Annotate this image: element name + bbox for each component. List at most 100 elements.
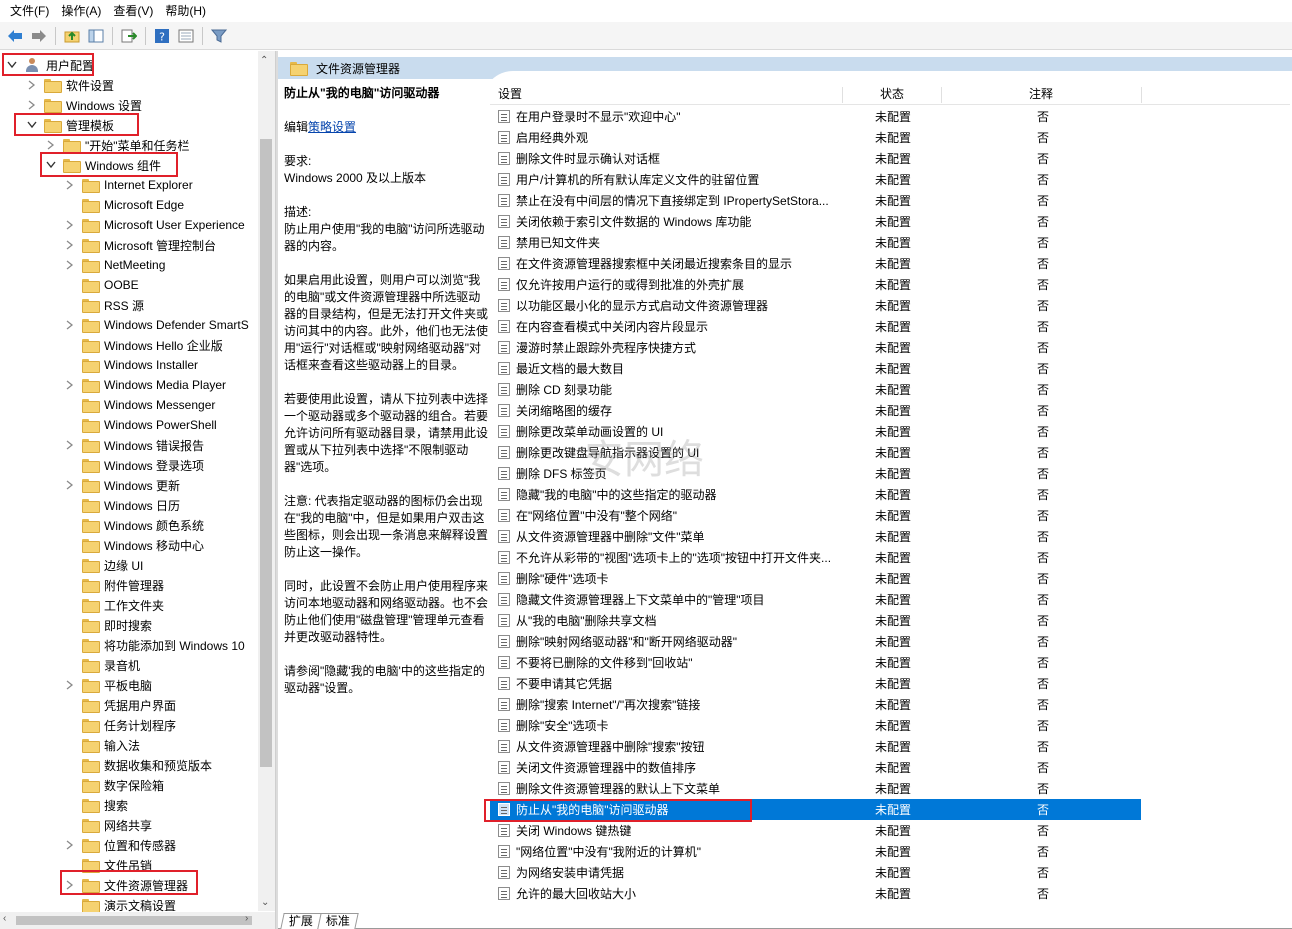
- chevron-right-icon[interactable]: [64, 679, 76, 691]
- table-row[interactable]: 最近文档的最大数目 未配置 否: [490, 358, 1141, 379]
- table-row[interactable]: 启用经典外观 未配置 否: [490, 127, 1141, 148]
- table-row[interactable]: 关闭缩略图的缓存 未配置 否: [490, 400, 1141, 421]
- tree-item[interactable]: 输入法: [64, 735, 140, 755]
- tree-item[interactable]: Windows Messenger: [64, 395, 215, 415]
- table-row[interactable]: 删除 CD 刻录功能 未配置 否: [490, 379, 1141, 400]
- chevron-right-icon[interactable]: [64, 379, 76, 391]
- menu-file[interactable]: 文件(F): [4, 0, 55, 22]
- column-header-setting[interactable]: 设置: [498, 83, 522, 105]
- table-row[interactable]: 以功能区最小化的显示方式启动文件资源管理器 未配置 否: [490, 295, 1141, 316]
- tree-item[interactable]: Windows Media Player: [64, 375, 226, 395]
- tree-item[interactable]: 数据收集和预览版本: [64, 755, 212, 775]
- table-row[interactable]: 关闭依赖于索引文件数据的 Windows 库功能 未配置 否: [490, 211, 1141, 232]
- table-row-selected[interactable]: 防止从"我的电脑"访问驱动器 未配置 否: [490, 799, 1141, 820]
- chevron-down-icon[interactable]: [26, 119, 38, 131]
- table-row[interactable]: 从文件资源管理器中删除"文件"菜单 未配置 否: [490, 526, 1141, 547]
- column-divider[interactable]: [941, 87, 942, 103]
- tree-item[interactable]: 平板电脑: [64, 675, 152, 695]
- tree-item[interactable]: 任务计划程序: [64, 715, 176, 735]
- help-icon[interactable]: ?: [151, 25, 173, 47]
- table-row[interactable]: 不要将已删除的文件移到"回收站" 未配置 否: [490, 652, 1141, 673]
- table-row[interactable]: 禁止在没有中间层的情况下直接绑定到 IPropertySetStora... 未配…: [490, 190, 1141, 211]
- chevron-right-icon[interactable]: [64, 179, 76, 191]
- table-row[interactable]: "网络位置"中没有"我附近的计算机" 未配置 否: [490, 841, 1141, 862]
- tree-horizontal-scroll-thumb[interactable]: [16, 916, 252, 925]
- tree-item[interactable]: 附件管理器: [64, 575, 164, 595]
- tree-vertical-scroll-thumb[interactable]: [260, 139, 272, 767]
- tree-item[interactable]: 文件资源管理器: [64, 875, 188, 895]
- scroll-left-icon[interactable]: ‹: [3, 913, 6, 924]
- table-row[interactable]: 隐藏文件资源管理器上下文菜单中的"管理"项目 未配置 否: [490, 589, 1141, 610]
- column-divider[interactable]: [1141, 87, 1142, 103]
- menu-action[interactable]: 操作(A): [55, 0, 107, 22]
- tree-item[interactable]: 管理模板: [26, 115, 114, 135]
- show-hide-tree-icon[interactable]: [85, 25, 107, 47]
- tree-item[interactable]: 网络共享: [64, 815, 152, 835]
- tree-item[interactable]: 将功能添加到 Windows 10: [64, 635, 245, 655]
- tree-item[interactable]: Windows 组件: [45, 155, 161, 175]
- table-row[interactable]: 从"我的电脑"删除共享文档 未配置 否: [490, 610, 1141, 631]
- tree-item[interactable]: 位置和传感器: [64, 835, 176, 855]
- forward-icon[interactable]: [28, 25, 50, 47]
- chevron-down-icon[interactable]: [6, 59, 18, 71]
- chevron-right-icon[interactable]: [64, 239, 76, 251]
- chevron-right-icon[interactable]: [64, 479, 76, 491]
- table-row[interactable]: 关闭文件资源管理器中的数值排序 未配置 否: [490, 757, 1141, 778]
- tree-item[interactable]: 即时搜索: [64, 615, 152, 635]
- tree-item[interactable]: 边缘 UI: [64, 555, 143, 575]
- tree-item[interactable]: Windows 日历: [64, 495, 180, 515]
- scroll-up-icon[interactable]: ⌃: [260, 55, 268, 66]
- chevron-right-icon[interactable]: [64, 259, 76, 271]
- tree-item[interactable]: 搜索: [64, 795, 128, 815]
- tree-item[interactable]: Internet Explorer: [64, 175, 193, 195]
- table-row[interactable]: 从文件资源管理器中删除"搜索"按钮 未配置 否: [490, 736, 1141, 757]
- table-row[interactable]: 不要申请其它凭据 未配置 否: [490, 673, 1141, 694]
- table-row[interactable]: 删除"安全"选项卡 未配置 否: [490, 715, 1141, 736]
- tree-item[interactable]: 用户配置: [6, 55, 94, 75]
- tree-item[interactable]: Windows 移动中心: [64, 535, 204, 555]
- table-row[interactable]: 为网络安装申请凭据 未配置 否: [490, 862, 1141, 883]
- tree-item[interactable]: Windows Installer: [64, 355, 198, 375]
- chevron-right-icon[interactable]: [64, 879, 76, 891]
- edit-policy-link[interactable]: 策略设置: [308, 120, 356, 134]
- tree-item[interactable]: 软件设置: [26, 75, 114, 95]
- menu-view[interactable]: 查看(V): [107, 0, 159, 22]
- table-row[interactable]: 在"网络位置"中没有"整个网络" 未配置 否: [490, 505, 1141, 526]
- tree-item[interactable]: 凭据用户界面: [64, 695, 176, 715]
- tree-item[interactable]: NetMeeting: [64, 255, 165, 275]
- table-row[interactable]: 删除文件资源管理器的默认上下文菜单 未配置 否: [490, 778, 1141, 799]
- table-row[interactable]: 仅允许按用户运行的或得到批准的外壳扩展 未配置 否: [490, 274, 1141, 295]
- table-row[interactable]: 在内容查看模式中关闭内容片段显示 未配置 否: [490, 316, 1141, 337]
- column-header-note[interactable]: 注释: [1029, 83, 1053, 105]
- table-row[interactable]: 不允许从彩带的"视图"选项卡上的"选项"按钮中打开文件夹... 未配置 否: [490, 547, 1141, 568]
- chevron-right-icon[interactable]: [64, 319, 76, 331]
- tab-extended[interactable]: 扩展: [280, 913, 322, 929]
- tree-item[interactable]: RSS 源: [64, 295, 144, 315]
- chevron-down-icon[interactable]: [45, 159, 57, 171]
- tree-item[interactable]: Windows 设置: [26, 95, 142, 115]
- tree-item[interactable]: Microsoft Edge: [64, 195, 184, 215]
- tree-item[interactable]: Windows 更新: [64, 475, 180, 495]
- table-row[interactable]: 用户/计算机的所有默认库定义文件的驻留位置 未配置 否: [490, 169, 1141, 190]
- chevron-right-icon[interactable]: [64, 839, 76, 851]
- tree-item[interactable]: Windows Hello 企业版: [64, 335, 223, 355]
- table-row[interactable]: 删除"映射网络驱动器"和"断开网络驱动器" 未配置 否: [490, 631, 1141, 652]
- table-row[interactable]: 关闭 Windows 键热键 未配置 否: [490, 820, 1141, 841]
- tree-item[interactable]: 数字保险箱: [64, 775, 164, 795]
- menu-help[interactable]: 帮助(H): [159, 0, 212, 22]
- pane-divider[interactable]: [276, 51, 278, 929]
- scroll-right-icon[interactable]: ›: [245, 913, 248, 924]
- up-folder-icon[interactable]: [61, 25, 83, 47]
- tree-item[interactable]: 工作文件夹: [64, 595, 164, 615]
- column-divider[interactable]: [842, 87, 843, 103]
- column-header-state[interactable]: 状态: [880, 83, 904, 105]
- chevron-right-icon[interactable]: [64, 219, 76, 231]
- table-row[interactable]: 在用户登录时不显示"欢迎中心" 未配置 否: [490, 106, 1141, 127]
- table-row[interactable]: 漫游时禁止跟踪外壳程序快捷方式 未配置 否: [490, 337, 1141, 358]
- table-row[interactable]: 隐藏"我的电脑"中的这些指定的驱动器 未配置 否: [490, 484, 1141, 505]
- tree-item[interactable]: "开始"菜单和任务栏: [45, 135, 190, 155]
- tree-item[interactable]: Microsoft User Experience: [64, 215, 245, 235]
- table-row[interactable]: 删除文件时显示确认对话框 未配置 否: [490, 148, 1141, 169]
- chevron-right-icon[interactable]: [45, 139, 57, 151]
- tree-item[interactable]: Microsoft 管理控制台: [64, 235, 216, 255]
